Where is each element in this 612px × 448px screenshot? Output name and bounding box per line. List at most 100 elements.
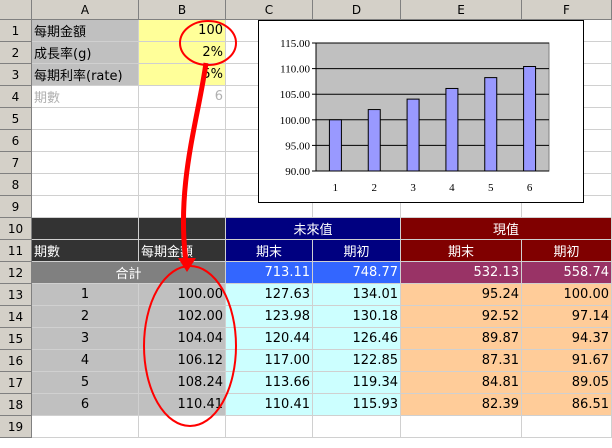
cell[interactable] [139,416,226,438]
row-header-15[interactable]: 15 [0,328,32,350]
row-header-3[interactable]: 3 [0,64,32,86]
cell[interactable] [32,416,139,438]
row-amount[interactable]: 102.00 [139,306,226,328]
row-header-19[interactable]: 19 [0,416,32,438]
column-header-F[interactable]: F [522,0,612,20]
column-header-B[interactable]: B [139,0,226,20]
row-pv-begin[interactable]: 91.67 [522,350,612,372]
row-header-18[interactable]: 18 [0,394,32,416]
row-pv-end[interactable]: 92.52 [401,306,522,328]
col-header-pv-begin[interactable]: 期初 [522,240,612,262]
row-pv-end[interactable]: 84.81 [401,372,522,394]
col-header-fv-end[interactable]: 期末 [226,240,313,262]
row-fv-begin[interactable]: 119.34 [313,372,401,394]
param-value[interactable]: 6 [139,86,226,108]
column-header-C[interactable]: C [226,0,313,20]
row-pv-end[interactable]: 95.24 [401,284,522,306]
cell[interactable] [522,416,612,438]
cell[interactable] [32,130,139,152]
cell[interactable] [139,152,226,174]
row-amount[interactable]: 110.41 [139,394,226,416]
row-amount[interactable]: 100.00 [139,284,226,306]
row-period[interactable]: 2 [32,306,139,328]
row-header-8[interactable]: 8 [0,174,32,196]
row-fv-end[interactable]: 123.98 [226,306,313,328]
cell[interactable] [32,152,139,174]
cell[interactable] [32,196,139,218]
total-pv-begin[interactable]: 558.74 [522,262,612,284]
row-header-12[interactable]: 12 [0,262,32,284]
row-header-1[interactable]: 1 [0,20,32,42]
row-amount[interactable]: 108.24 [139,372,226,394]
param-label[interactable]: 每期金額 [32,20,139,42]
row-fv-begin[interactable]: 115.93 [313,394,401,416]
row-fv-end[interactable]: 120.44 [226,328,313,350]
param-value[interactable]: 100 [139,20,226,42]
cell[interactable] [139,174,226,196]
row-header-2[interactable]: 2 [0,42,32,64]
row-amount[interactable]: 104.04 [139,328,226,350]
total-label[interactable]: 合計 [32,262,226,284]
row-period[interactable]: 5 [32,372,139,394]
select-all-corner[interactable] [0,0,32,20]
col-header-amount[interactable]: 每期金額 [139,240,226,262]
row-period[interactable]: 4 [32,350,139,372]
total-pv-end[interactable]: 532.13 [401,262,522,284]
row-period[interactable]: 3 [32,328,139,350]
row-fv-end[interactable]: 113.66 [226,372,313,394]
row-header-5[interactable]: 5 [0,108,32,130]
param-label[interactable]: 成長率(g) [32,42,139,64]
table-header-blank[interactable] [32,218,139,240]
table-header-blank[interactable] [139,218,226,240]
param-label[interactable]: 每期利率(rate) [32,64,139,86]
row-pv-end[interactable]: 87.31 [401,350,522,372]
row-header-13[interactable]: 13 [0,284,32,306]
cell[interactable] [32,174,139,196]
row-fv-begin[interactable]: 130.18 [313,306,401,328]
total-fv-end[interactable]: 713.11 [226,262,313,284]
cell[interactable] [226,416,313,438]
row-period[interactable]: 6 [32,394,139,416]
row-header-10[interactable]: 10 [0,218,32,240]
param-value[interactable]: 5% [139,64,226,86]
row-amount[interactable]: 106.12 [139,350,226,372]
row-header-6[interactable]: 6 [0,130,32,152]
row-fv-end[interactable]: 127.63 [226,284,313,306]
row-fv-begin[interactable]: 126.46 [313,328,401,350]
bar-chart[interactable]: 90.00 95.00 100.00 105.00 110.00 115.00 1 2 3 4 5 6 [258,20,584,203]
row-header-14[interactable]: 14 [0,306,32,328]
row-header-17[interactable]: 17 [0,372,32,394]
row-pv-begin[interactable]: 86.51 [522,394,612,416]
row-pv-begin[interactable]: 100.00 [522,284,612,306]
total-fv-begin[interactable]: 748.77 [313,262,401,284]
group-header-future[interactable]: 未來值 [226,218,401,240]
row-period[interactable]: 1 [32,284,139,306]
column-header-D[interactable]: D [313,0,401,20]
row-fv-end[interactable]: 117.00 [226,350,313,372]
row-header-9[interactable]: 9 [0,196,32,218]
column-header-E[interactable]: E [401,0,522,20]
group-header-present[interactable]: 現值 [401,218,612,240]
row-fv-end[interactable]: 110.41 [226,394,313,416]
cell[interactable] [139,130,226,152]
row-pv-end[interactable]: 89.87 [401,328,522,350]
cell[interactable] [32,108,139,130]
row-header-4[interactable]: 4 [0,86,32,108]
row-pv-begin[interactable]: 89.05 [522,372,612,394]
row-header-11[interactable]: 11 [0,240,32,262]
row-fv-begin[interactable]: 122.85 [313,350,401,372]
column-header-A[interactable]: A [32,0,139,20]
cell[interactable] [139,196,226,218]
cell[interactable] [313,416,401,438]
cell[interactable] [139,108,226,130]
cell[interactable] [401,416,522,438]
col-header-period[interactable]: 期數 [32,240,139,262]
row-pv-begin[interactable]: 94.37 [522,328,612,350]
col-header-pv-end[interactable]: 期末 [401,240,522,262]
row-pv-begin[interactable]: 97.14 [522,306,612,328]
row-fv-begin[interactable]: 134.01 [313,284,401,306]
row-header-16[interactable]: 16 [0,350,32,372]
row-pv-end[interactable]: 82.39 [401,394,522,416]
row-header-7[interactable]: 7 [0,152,32,174]
col-header-fv-begin[interactable]: 期初 [313,240,401,262]
